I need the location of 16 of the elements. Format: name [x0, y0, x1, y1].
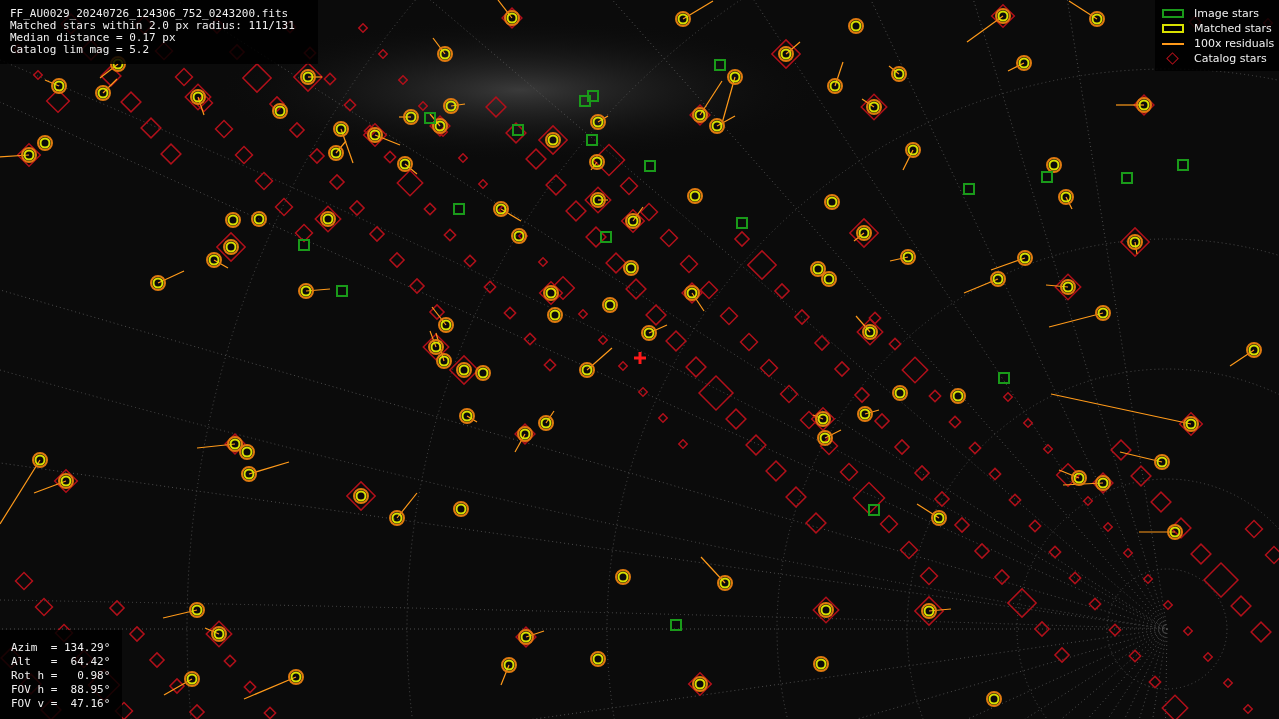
- legend-label: 100x residuals: [1194, 37, 1275, 50]
- info-line: Azim = 134.29°: [11, 641, 112, 655]
- info-line: FOV v = 47.16°: [11, 697, 112, 711]
- info-line: Alt = 64.42°: [11, 655, 112, 669]
- info-line: FF_AU0029_20240726_124306_752_0243200.fits: [10, 8, 290, 20]
- legend-label: Catalog stars: [1194, 52, 1267, 65]
- info-line: Median distance = 0.17 px: [10, 32, 177, 44]
- image-star-swatch-icon: [1162, 9, 1184, 18]
- legend-label: Image stars: [1194, 7, 1259, 20]
- matched-star-swatch-icon: [1162, 24, 1184, 33]
- info-line: FOV h = 88.95°: [11, 683, 112, 697]
- info-line: Catalog lim mag = 5.2: [10, 44, 151, 56]
- info-line: Rot h = 0.98°: [11, 669, 112, 683]
- info-line: Matched stars within 2.0 px radius: 111/131: [10, 20, 296, 32]
- residual-line-icon: [1162, 42, 1184, 45]
- legend-label: Matched stars: [1194, 22, 1272, 35]
